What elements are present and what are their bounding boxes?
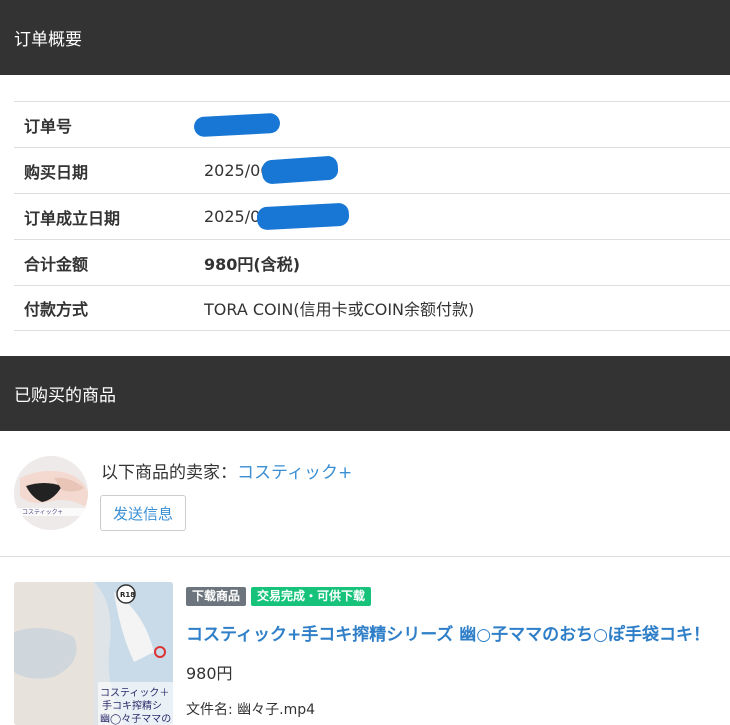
order-number-label: 订单号 bbox=[24, 116, 73, 136]
order-summary-header: 订单概要 bbox=[0, 0, 730, 75]
thumb-rating-text: R18 bbox=[120, 591, 135, 599]
product-title-link[interactable]: コスティック+手コキ搾精シリーズ 幽○子ママのおち○ぽ手袋コキ！ bbox=[186, 620, 710, 645]
send-message-button[interactable]: 发送信息 bbox=[100, 495, 186, 531]
order-date-label: 订单成立日期 bbox=[24, 208, 121, 228]
payment-method-label: 付款方式 bbox=[24, 300, 89, 319]
redaction-mark bbox=[261, 155, 339, 185]
order-details-table: 订单号 购买日期 2025/06/ 订单成立日期 2025/06/ 合计金额 9… bbox=[14, 101, 730, 331]
product-badges: 下载商品 交易完成・可供下载 bbox=[186, 587, 372, 606]
purchased-products-title: 已购买的商品 bbox=[14, 386, 116, 406]
redaction-mark bbox=[256, 202, 350, 231]
payment-method-row: 付款方式 TORA COIN(信用卡或COIN余额付款) bbox=[14, 285, 730, 331]
purchased-products-header: 已购买的商品 bbox=[0, 356, 730, 431]
purchase-date-label: 购买日期 bbox=[24, 162, 89, 182]
redaction-mark bbox=[193, 112, 281, 138]
svg-text:幽◯々子ママの: 幽◯々子ママの bbox=[100, 713, 171, 725]
svg-text:コスティック+: コスティック+ bbox=[22, 509, 63, 516]
seller-line: 以下商品的卖家：コスティック+ bbox=[101, 458, 352, 483]
download-product-badge: 下载商品 bbox=[186, 587, 247, 606]
product-item: R18 コスティック＋ 手コキ搾精シ 幽◯々子ママの 下载商品 交易完成・可供下… bbox=[0, 557, 730, 725]
product-thumbnail[interactable]: R18 コスティック＋ 手コキ搾精シ 幽◯々子ママの bbox=[14, 582, 173, 725]
order-number-row: 订单号 bbox=[14, 101, 730, 147]
order-summary-title: 订单概要 bbox=[14, 30, 82, 50]
seller-prefix: 以下商品的卖家： bbox=[101, 463, 237, 483]
svg-text:手コキ搾精シ: 手コキ搾精シ bbox=[102, 699, 162, 712]
product-filename: 文件名: 幽々子.mp4 bbox=[186, 702, 316, 718]
total-amount-value: 980円(含税) bbox=[204, 254, 301, 274]
seller-section: コスティック+ 以下商品的卖家：コスティック+ 发送信息 bbox=[0, 431, 730, 557]
total-amount-row: 合计金额 980円(含税) bbox=[14, 239, 730, 285]
total-amount-label: 合计金额 bbox=[24, 254, 89, 274]
transaction-complete-badge: 交易完成・可供下载 bbox=[251, 587, 372, 606]
order-date-row: 订单成立日期 2025/06/ bbox=[14, 193, 730, 239]
seller-name-link[interactable]: コスティック+ bbox=[237, 463, 352, 483]
product-price: 980円 bbox=[186, 664, 233, 683]
purchase-date-row: 购买日期 2025/06/ bbox=[14, 147, 730, 193]
seller-avatar[interactable]: コスティック+ bbox=[14, 456, 88, 530]
payment-method-value: TORA COIN(信用卡或COIN余额付款) bbox=[204, 300, 475, 319]
svg-text:コスティック＋: コスティック＋ bbox=[100, 687, 169, 699]
